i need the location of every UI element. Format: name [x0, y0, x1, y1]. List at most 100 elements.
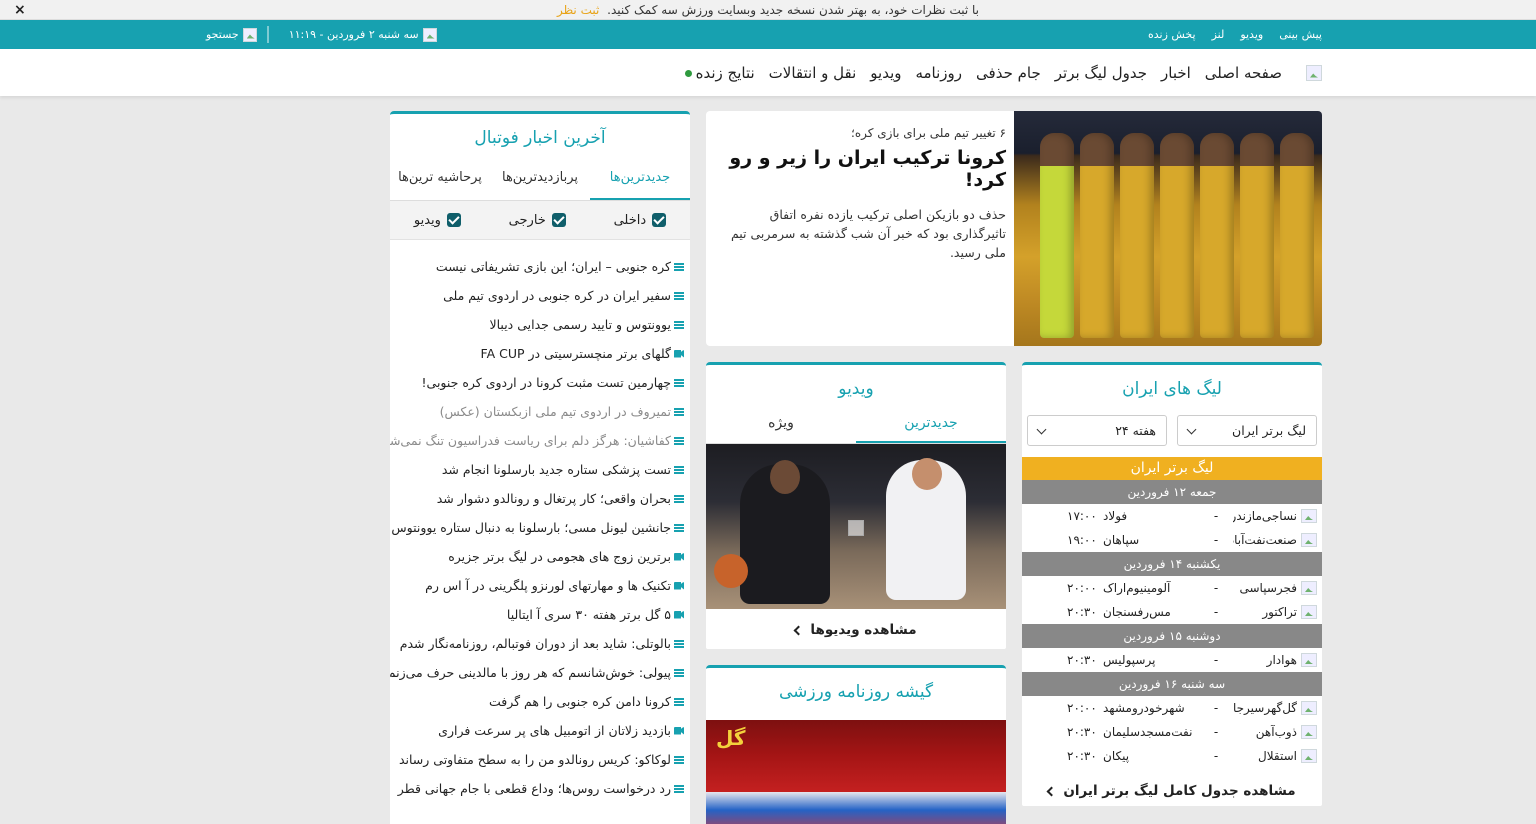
- article-icon: [674, 465, 684, 474]
- view-videos-link[interactable]: مشاهده ویدیوها: [706, 622, 1006, 638]
- play-icon[interactable]: [848, 520, 864, 536]
- fixture-row[interactable]: هوادار - پرسپولیس ۲۰:۳۰: [1022, 648, 1322, 672]
- tab-video-newest[interactable]: جدیدترین: [856, 411, 1006, 443]
- filter-foreign[interactable]: خارجی: [509, 213, 566, 228]
- versus-separator: -: [1213, 701, 1219, 715]
- news-item-title: برترین زوج های هجومی در لیگ برتر جزیره: [448, 549, 671, 564]
- player-figure: [1200, 133, 1234, 338]
- tab-video-featured[interactable]: ویژه: [706, 411, 856, 443]
- news-list-item[interactable]: جانشین لیونل مسی؛ بارسلونا به دنبال ستار…: [390, 513, 684, 542]
- nav-cup[interactable]: جام حذفی: [976, 64, 1041, 82]
- iran-leagues-panel: لیگ های ایران لیگ برتر ایران هفته ۲۴ لیگ…: [1022, 362, 1322, 806]
- news-item-title: سفیر ایران در کره جنوبی در اردوی تیم ملی: [443, 288, 671, 303]
- news-list-item[interactable]: کرونا دامن کره جنوبی را هم گرفت: [390, 687, 684, 716]
- news-list-item[interactable]: تمیروف در اردوی تیم ملی ازبکستان (عکس): [390, 397, 684, 426]
- news-list-item[interactable]: برترین زوج های هجومی در لیگ برتر جزیره: [390, 542, 684, 571]
- video-panel-title: ویدیو: [838, 379, 874, 399]
- fixture-day-header: یکشنبه ۱۴ فروردین: [1022, 552, 1322, 576]
- tab-most-controversial[interactable]: پرحاشیه ترین‌ها: [390, 166, 490, 200]
- fixture-row[interactable]: ذوب‌آهن - نفت‌مسجدسلیمان ۲۰:۳۰: [1022, 720, 1322, 744]
- tab-newest[interactable]: جدیدترین‌ها: [590, 166, 690, 200]
- news-list-item[interactable]: سفیر ایران در کره جنوبی در اردوی تیم ملی: [390, 281, 684, 310]
- search-button[interactable]: جستجو: [206, 26, 268, 43]
- week-select[interactable]: هفته ۲۴: [1027, 415, 1167, 446]
- headline-summary: حذف دو بازیکن اصلی ترکیب یازده نفره اتفا…: [730, 207, 1006, 260]
- versus-separator: -: [1213, 725, 1219, 739]
- news-list-item[interactable]: تست پزشکی ستاره جدید بارسلونا انجام شد: [390, 455, 684, 484]
- news-list-item[interactable]: کفاشیان: هرگز دلم برای ریاست فدراسیون تن…: [390, 426, 684, 455]
- news-list-item[interactable]: کره جنوبی – ایران؛ این بازی تشریفاتی نیس…: [390, 252, 684, 281]
- headline-photo[interactable]: [1014, 111, 1322, 346]
- player-figure: [1080, 133, 1114, 338]
- video-icon: [674, 349, 684, 358]
- top-link-lens[interactable]: لنز: [1212, 28, 1225, 41]
- home-team: ذوب‌آهن: [1255, 725, 1297, 739]
- player-figure: [1160, 133, 1194, 338]
- filter-domestic[interactable]: داخلی: [614, 213, 667, 228]
- news-item-title: تست پزشکی ستاره جدید بارسلونا انجام شد: [441, 462, 671, 477]
- video-icon: [674, 726, 684, 735]
- fixture-row[interactable]: تراکتور - مس‌رفسنجان ۲۰:۳۰: [1022, 600, 1322, 624]
- nav-home[interactable]: صفحه اصلی: [1205, 64, 1282, 82]
- video-tabs: جدیدترین ویژه: [706, 411, 1006, 444]
- fixture-row[interactable]: نساجی‌مازندران- فولاد ۱۷:۰۰: [1022, 504, 1322, 528]
- latest-football-news-panel: آخرین اخبار فوتبال جدیدترین‌ها پربازدیدت…: [390, 111, 690, 824]
- checkbox-checked-icon[interactable]: [652, 213, 667, 227]
- news-list-item[interactable]: تکنیک ها و مهارتهای لورنزو پلگرینی در آ …: [390, 571, 684, 600]
- article-icon: [674, 697, 684, 706]
- news-list-item[interactable]: بالوتلی: شاید بعد از دوران فوتبالم، روزن…: [390, 629, 684, 658]
- top-link-video[interactable]: ویدیو: [1240, 28, 1263, 41]
- fixture-row[interactable]: گل‌گهرسیرجان- شهرخودرومشهد ۲۰:۰۰: [1022, 696, 1322, 720]
- news-list-item[interactable]: رد درخواست روس‌ها؛ وداع قطعی با جام جهان…: [390, 774, 684, 803]
- headline-title[interactable]: کرونا ترکیب ایران را زیر و رو کرد!: [714, 147, 1006, 191]
- news-list-item[interactable]: چهارمین تست مثبت کرونا در اردوی کره جنوب…: [390, 368, 684, 397]
- news-item-title: کفاشیان: هرگز دلم برای ریاست فدراسیون تن…: [390, 433, 671, 448]
- feedback-announcement-bar: با ثبت نظرات خود، به بهتر شدن نسخه جدید …: [0, 0, 1536, 20]
- news-list-item[interactable]: بحران واقعی؛ کار پرتغال و رونالدو دشوار …: [390, 484, 684, 513]
- league-select[interactable]: لیگ برتر ایران: [1177, 415, 1317, 446]
- close-icon[interactable]: ×: [14, 0, 26, 20]
- nav-league-table[interactable]: جدول لیگ برتر: [1055, 64, 1147, 82]
- news-list-item[interactable]: لوکاکو: کریس رونالدو من را به سطح متفاوت…: [390, 745, 684, 774]
- nav-transfers[interactable]: نقل و انتقالات: [769, 64, 857, 82]
- news-list-item[interactable]: ۵ گل برتر هفته ۳۰ سری آ ایتالیا: [390, 600, 684, 629]
- video-icon: [674, 610, 684, 619]
- news-list-item[interactable]: پیولی: خوش‌شانسم که هر روز با مالدینی حر…: [390, 658, 684, 687]
- site-logo-icon[interactable]: [1306, 64, 1322, 81]
- video-thumbnail[interactable]: [706, 444, 1006, 609]
- team-logo-icon: [1301, 701, 1317, 715]
- checkbox-checked-icon[interactable]: [551, 213, 566, 227]
- news-list-item[interactable]: گلهای برتر منچسترسیتی در FA CUP: [390, 339, 684, 368]
- submit-feedback-link[interactable]: ثبت نظر: [557, 3, 599, 17]
- top-meta: جستجو سه شنبه ۲ فروردین - ۱۱:۱۹: [206, 20, 437, 49]
- player-figure: [1280, 133, 1314, 338]
- filter-video[interactable]: ویدیو: [414, 213, 461, 228]
- search-icon: [242, 27, 257, 42]
- fixture-row[interactable]: صنعت‌نفت‌آبادان- سپاهان ۱۹:۰۰: [1022, 528, 1322, 552]
- filter-video-label: ویدیو: [413, 212, 441, 228]
- newspaper-panel-title: گیشه روزنامه ورزشی: [778, 682, 934, 702]
- news-list-item[interactable]: یوونتوس و تایید رسمی جدایی دیبالا: [390, 310, 684, 339]
- view-full-table-link[interactable]: مشاهده جدول کامل لیگ برتر ایران: [1022, 783, 1322, 799]
- news-item-title: گلهای برتر منچسترسیتی در FA CUP: [480, 346, 671, 361]
- news-item-title: کره جنوبی – ایران؛ این بازی تشریفاتی نیس…: [435, 259, 671, 274]
- nav-live-results[interactable]: نتایج زنده: [684, 64, 755, 82]
- checkbox-checked-icon[interactable]: [446, 213, 461, 227]
- article-icon: [674, 291, 684, 300]
- article-icon: [674, 784, 684, 793]
- live-indicator-icon: [684, 69, 692, 77]
- top-link-prediction[interactable]: پیش بینی: [1279, 28, 1322, 41]
- article-icon: [674, 639, 684, 648]
- fixture-row[interactable]: استقلال - پیکان ۲۰:۳۰: [1022, 744, 1322, 768]
- away-team: شهرخودرومشهد: [1103, 701, 1185, 715]
- nav-video[interactable]: ویدیو: [870, 64, 901, 82]
- top-link-live[interactable]: پخش زنده: [1148, 28, 1196, 41]
- nav-news[interactable]: اخبار: [1161, 64, 1191, 82]
- nav-newspaper[interactable]: روزنامه: [915, 64, 962, 82]
- tab-most-viewed[interactable]: پربازدیدترین‌ها: [490, 166, 590, 200]
- headline-card[interactable]: ۶ تغییر تیم ملی برای بازی کره؛ کرونا ترک…: [706, 111, 1322, 346]
- fixture-row[interactable]: فجرسپاسی - آلومینیوم‌اراک ۲۰:۰۰: [1022, 576, 1322, 600]
- team-logo-icon: [1301, 653, 1317, 667]
- newspaper-cover-image[interactable]: گل: [706, 720, 1006, 824]
- news-list-item[interactable]: بازدید زلاتان از اتومبیل های پر سرعت فرا…: [390, 716, 684, 745]
